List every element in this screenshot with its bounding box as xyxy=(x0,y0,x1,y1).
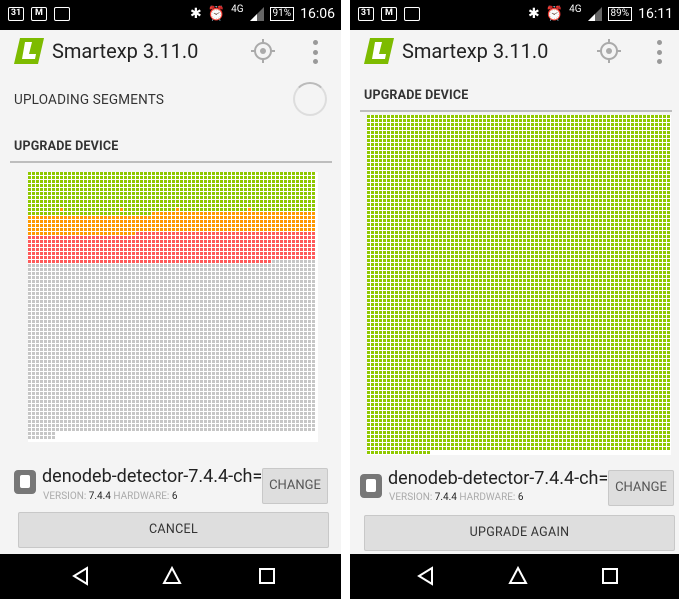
network-type: 4G xyxy=(569,3,582,15)
device-version: 7.4.4 xyxy=(434,492,457,503)
device-row: denodeb-detector-7.4.4-ch=.. VERSION: 7.… xyxy=(0,463,341,511)
app-bar: Smartexp 3.11.0 xyxy=(0,30,341,76)
calendar-icon: 31 xyxy=(8,7,24,21)
change-device-button[interactable]: CHANGE xyxy=(262,468,328,504)
overflow-menu-icon[interactable] xyxy=(657,40,663,64)
app-title: Smartexp 3.11.0 xyxy=(402,39,549,63)
nav-back-icon[interactable] xyxy=(416,566,436,586)
section-header: UPGRADE DEVICE xyxy=(360,82,672,112)
network-type: 4G xyxy=(231,3,244,15)
battery-icon: 89% xyxy=(607,7,633,21)
nav-home-icon[interactable] xyxy=(508,566,528,586)
device-meta: VERSION: 7.4.4 HARDWARE: 6 xyxy=(43,491,178,502)
android-nav-bar xyxy=(350,554,679,599)
nav-home-icon[interactable] xyxy=(162,566,182,586)
nav-back-icon[interactable] xyxy=(71,566,91,586)
device-icon xyxy=(14,470,36,494)
app-logo-icon xyxy=(14,38,44,64)
section-label: UPGRADE DEVICE xyxy=(14,139,119,154)
location-target-icon[interactable] xyxy=(596,38,622,64)
device-meta: VERSION: 7.4.4 HARDWARE: 6 xyxy=(389,492,524,503)
alarm-icon: ⏰ xyxy=(545,6,564,22)
device-version: 7.4.4 xyxy=(88,491,111,502)
device-row: denodeb-detector-7.4.4-ch=.. VERSION: 7.… xyxy=(350,465,679,513)
image-icon xyxy=(404,7,420,21)
nav-recents-icon[interactable] xyxy=(600,566,620,586)
phone-screen-right: 31 M ✱ ⏰ 4G 89% 16:11 Smartexp 3.11.0 UP… xyxy=(350,0,679,599)
cancel-button[interactable]: CANCEL xyxy=(18,512,329,548)
gmail-icon: M xyxy=(31,7,47,21)
spinner-icon xyxy=(293,82,327,116)
phone-screen-left: 31 M ✱ ⏰ 4G 91% 16:06 Smartexp 3.11.0 UP… xyxy=(0,0,341,599)
calendar-icon: 31 xyxy=(358,7,374,21)
device-icon xyxy=(360,474,382,498)
app-logo-icon xyxy=(364,38,394,64)
location-target-icon[interactable] xyxy=(250,38,276,64)
nav-recents-icon[interactable] xyxy=(257,566,277,586)
device-hardware: 6 xyxy=(171,491,178,502)
segment-progress-grid xyxy=(28,172,318,442)
section-header: UPGRADE DEVICE xyxy=(10,133,332,163)
bluetooth-icon: ✱ xyxy=(527,6,540,22)
bluetooth-icon: ✱ xyxy=(189,6,202,22)
android-nav-bar xyxy=(0,554,341,599)
signal-icon xyxy=(249,7,264,21)
device-name: denodeb-detector-7.4.4-ch=.. xyxy=(42,466,272,487)
alarm-icon: ⏰ xyxy=(207,6,226,22)
segment-progress-grid xyxy=(367,115,671,455)
image-icon xyxy=(54,7,70,21)
device-hardware: 6 xyxy=(517,492,524,503)
battery-icon: 91% xyxy=(269,7,295,21)
uploading-row: UPLOADING SEGMENTS xyxy=(0,78,341,122)
overflow-menu-icon[interactable] xyxy=(313,40,319,64)
gmail-icon: M xyxy=(381,7,397,21)
app-title: Smartexp 3.11.0 xyxy=(52,39,199,63)
device-name: denodeb-detector-7.4.4-ch=.. xyxy=(388,468,618,489)
section-label: UPGRADE DEVICE xyxy=(364,88,469,103)
uploading-label: UPLOADING SEGMENTS xyxy=(14,92,165,108)
change-device-button[interactable]: CHANGE xyxy=(608,470,674,506)
upgrade-again-button[interactable]: UPGRADE AGAIN xyxy=(364,515,675,551)
app-bar: Smartexp 3.11.0 xyxy=(350,30,679,76)
signal-icon xyxy=(587,7,602,21)
status-bar: 31 M ✱ ⏰ 4G 91% 16:06 xyxy=(0,0,341,30)
status-time: 16:11 xyxy=(638,6,673,22)
status-time: 16:06 xyxy=(300,6,335,22)
status-bar: 31 M ✱ ⏰ 4G 89% 16:11 xyxy=(350,0,679,30)
